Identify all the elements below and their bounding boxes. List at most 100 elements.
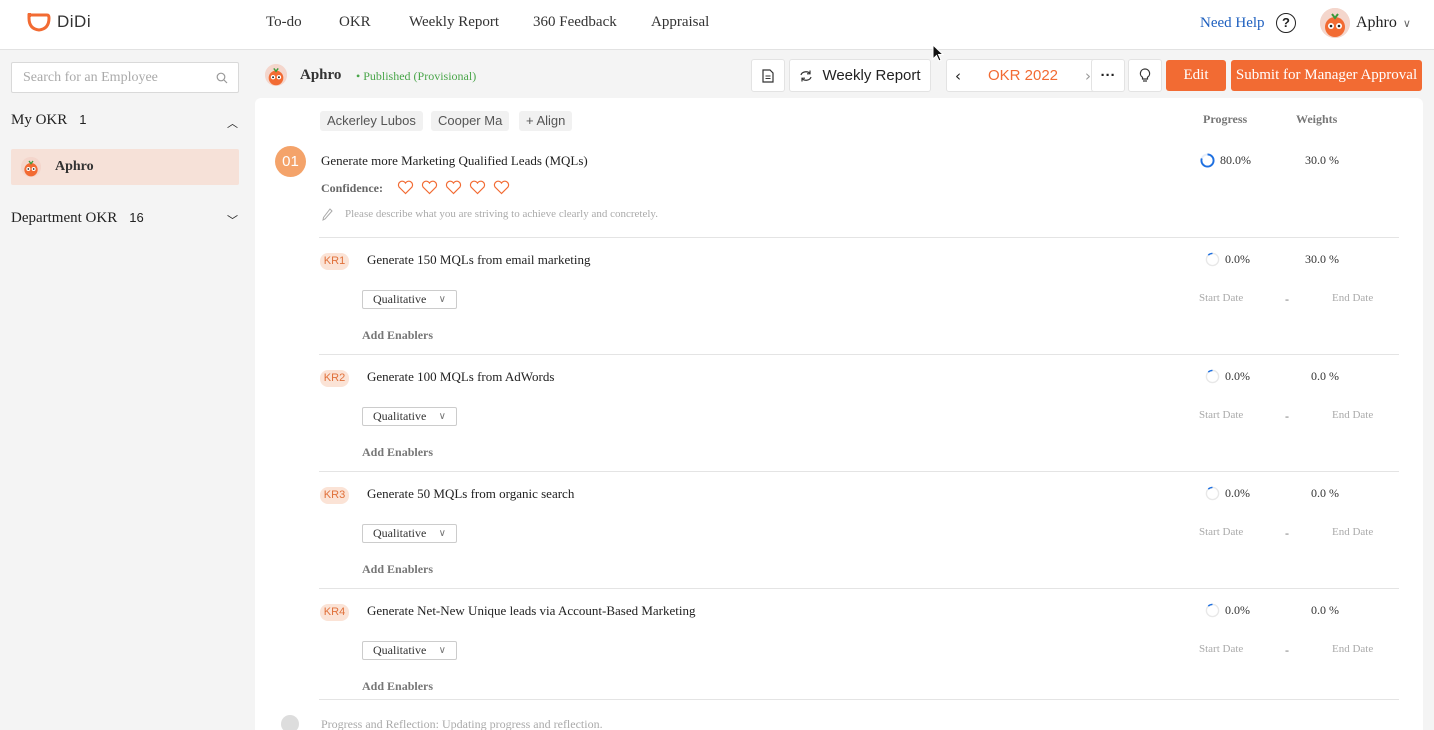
weekly-report-button[interactable]: Weekly Report — [789, 59, 931, 92]
kr-type-select[interactable]: Qualitative ∨ — [362, 290, 457, 309]
sync-icon — [800, 70, 813, 81]
chevron-down-icon: ∨ — [438, 645, 446, 656]
department-okr-label: Department OKR — [11, 210, 118, 226]
brand-name: DiDi — [57, 12, 92, 31]
date-separator: - — [1285, 643, 1289, 657]
start-date-field[interactable]: Start Date — [1199, 643, 1243, 655]
document-button[interactable] — [751, 59, 785, 92]
top-navigation: DiDi To-do OKR Weekly Report 360 Feedbac… — [0, 0, 1434, 50]
kr-progress[interactable]: 0.0% — [1205, 252, 1250, 267]
progress-value: 0.0% — [1225, 603, 1250, 617]
start-date-field[interactable]: Start Date — [1199, 526, 1243, 538]
user-name: Aphro — [1356, 14, 1397, 31]
sidebar: Search for an Employee My OKR 1 ︿ Aphro D… — [0, 51, 255, 730]
progress-ring-icon — [1205, 369, 1220, 384]
heart-icon[interactable] — [469, 180, 486, 195]
nav-okr[interactable]: OKR — [339, 14, 371, 31]
add-enablers-button[interactable]: Add Enablers — [362, 445, 433, 460]
add-enablers-button[interactable]: Add Enablers — [362, 562, 433, 577]
sidebar-item-aphro[interactable]: Aphro — [11, 149, 239, 185]
nav-todo[interactable]: To-do — [266, 14, 302, 31]
more-options-button[interactable]: ··· — [1091, 59, 1125, 92]
chevron-up-icon[interactable]: ︿ — [227, 115, 238, 131]
need-help-link[interactable]: Need Help — [1200, 15, 1265, 32]
objective-description-field[interactable]: Please describe what you are striving to… — [345, 208, 658, 220]
end-date-field[interactable]: End Date — [1332, 409, 1373, 421]
kr-weight[interactable]: 30.0 % — [1305, 252, 1339, 267]
objective-progress[interactable]: 80.0% — [1200, 153, 1251, 168]
heart-icon[interactable] — [493, 180, 510, 195]
okr-card: Ackerley Lubos Cooper Ma + Align Progres… — [255, 98, 1423, 730]
kr-progress[interactable]: 0.0% — [1205, 603, 1250, 618]
kr-progress[interactable]: 0.0% — [1205, 486, 1250, 501]
kr-progress[interactable]: 0.0% — [1205, 369, 1250, 384]
end-date-field[interactable]: End Date — [1332, 526, 1373, 538]
heart-icon[interactable] — [397, 180, 414, 195]
kr-type-select[interactable]: Qualitative ∨ — [362, 524, 457, 543]
status-badge: • Published (Provisional) — [356, 69, 477, 83]
pencil-icon — [322, 208, 333, 221]
nav-weekly-report[interactable]: Weekly Report — [409, 14, 499, 31]
kr-title[interactable]: Generate 100 MQLs from AdWords — [367, 369, 554, 385]
okr-period-label[interactable]: OKR 2022 — [988, 67, 1058, 84]
edit-button[interactable]: Edit — [1166, 60, 1226, 91]
department-okr-heading[interactable]: Department OKR 16 — [11, 210, 144, 227]
heart-icon[interactable] — [445, 180, 462, 195]
progress-ring-icon — [1205, 486, 1220, 501]
chevron-left-icon[interactable]: ‹ — [955, 67, 961, 85]
kr-title[interactable]: Generate Net-New Unique leads via Accoun… — [367, 603, 696, 619]
date-separator: - — [1285, 526, 1289, 540]
end-date-field[interactable]: End Date — [1332, 292, 1373, 304]
kr-title[interactable]: Generate 50 MQLs from organic search — [367, 486, 574, 502]
objective-title[interactable]: Generate more Marketing Qualified Leads … — [321, 153, 588, 169]
aligned-user-tag[interactable]: Ackerley Lubos — [320, 111, 423, 131]
progress-reflection-field[interactable]: Progress and Reflection: Updating progre… — [321, 717, 603, 730]
progress-value: 0.0% — [1225, 486, 1250, 500]
kr-weight[interactable]: 0.0 % — [1311, 486, 1339, 501]
start-date-field[interactable]: Start Date — [1199, 409, 1243, 421]
search-input[interactable]: Search for an Employee — [23, 70, 158, 86]
start-date-field[interactable]: Start Date — [1199, 292, 1243, 304]
divider — [319, 699, 1399, 700]
employee-search[interactable]: Search for an Employee — [11, 62, 239, 93]
kr-type-select[interactable]: Qualitative ∨ — [362, 641, 457, 660]
user-menu[interactable]: Aphro ∨ — [1320, 8, 1411, 38]
my-okr-heading[interactable]: My OKR 1 — [11, 112, 87, 129]
kr-type-select[interactable]: Qualitative ∨ — [362, 407, 457, 426]
kr-type-value: Qualitative — [373, 409, 427, 423]
avatar — [21, 157, 41, 177]
tips-button[interactable] — [1128, 59, 1162, 92]
nav-360-feedback[interactable]: 360 Feedback — [533, 14, 617, 31]
chevron-down-icon: ∨ — [438, 528, 446, 539]
kr-weight[interactable]: 0.0 % — [1311, 369, 1339, 384]
owner-name: Aphro — [300, 67, 342, 83]
heart-icon[interactable] — [421, 180, 438, 195]
chevron-down-icon: ∨ — [438, 294, 446, 305]
add-enablers-button[interactable]: Add Enablers — [362, 679, 433, 694]
help-icon[interactable]: ? — [1276, 13, 1296, 33]
confidence-label: Confidence: — [321, 181, 383, 195]
submit-approval-button[interactable]: Submit for Manager Approval — [1231, 60, 1422, 91]
progress-value: 80.0% — [1220, 153, 1251, 167]
avatar — [1320, 8, 1350, 38]
chevron-down-icon[interactable]: ﹀ — [227, 212, 238, 228]
date-separator: - — [1285, 292, 1289, 306]
didi-logo[interactable]: DiDi — [27, 12, 91, 32]
progress-ring-icon — [1200, 153, 1215, 168]
divider — [319, 354, 1399, 355]
date-separator: - — [1285, 409, 1289, 423]
avatar — [265, 64, 287, 86]
confidence-rating[interactable] — [397, 180, 510, 195]
mouse-cursor-icon — [932, 44, 944, 62]
nav-appraisal[interactable]: Appraisal — [651, 14, 709, 31]
kr-title[interactable]: Generate 150 MQLs from email marketing — [367, 252, 590, 268]
objective-weight[interactable]: 30.0 % — [1305, 153, 1339, 168]
kr-type-value: Qualitative — [373, 526, 427, 540]
aligned-user-tag[interactable]: Cooper Ma — [431, 111, 510, 131]
end-date-field[interactable]: End Date — [1332, 643, 1373, 655]
align-button[interactable]: + Align — [519, 111, 573, 131]
objective-number: 01 — [275, 146, 306, 177]
kr-weight[interactable]: 0.0 % — [1311, 603, 1339, 618]
okr-period-switcher: ‹ OKR 2022 › — [946, 59, 1100, 92]
add-enablers-button[interactable]: Add Enablers — [362, 328, 433, 343]
